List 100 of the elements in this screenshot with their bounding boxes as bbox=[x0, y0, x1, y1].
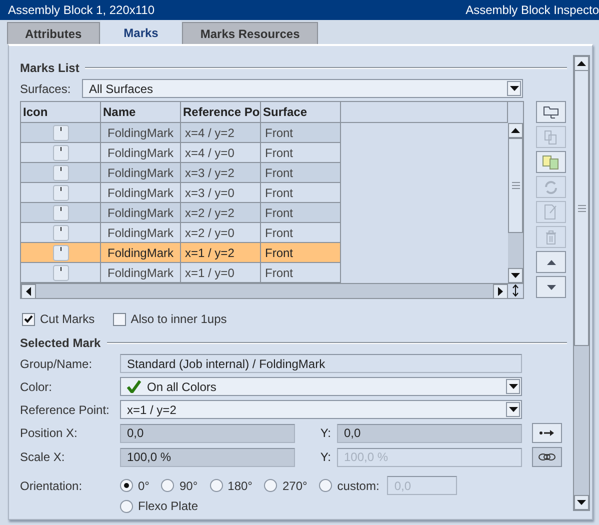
checkmark-icon bbox=[127, 380, 141, 393]
table-cell: x=3 / y=2 bbox=[181, 163, 261, 183]
table-cell: Front bbox=[261, 263, 341, 283]
scroll-up-button[interactable] bbox=[508, 123, 523, 138]
scroll-right-button[interactable] bbox=[493, 284, 508, 299]
table-cell: FoldingMark bbox=[101, 163, 181, 183]
radio-button[interactable]: 180° bbox=[210, 478, 252, 492]
scroll-down-button[interactable] bbox=[574, 495, 589, 510]
table-cell: Front bbox=[261, 243, 341, 263]
group-name-field[interactable]: Standard (Job internal) / FoldingMark bbox=[120, 354, 522, 373]
link-button[interactable] bbox=[532, 447, 562, 467]
table-cell: FoldingMark bbox=[101, 123, 181, 143]
field-label: Surfaces: bbox=[20, 82, 72, 96]
table-cell: Front bbox=[261, 223, 341, 243]
reference-point-dropdown[interactable]: x=1 / y=2 bbox=[120, 400, 522, 419]
table-cell: Front bbox=[261, 143, 341, 163]
down-arrow-icon bbox=[508, 384, 518, 389]
radio-button[interactable]: 0° bbox=[120, 478, 150, 492]
field-label: Y: bbox=[319, 450, 332, 464]
mark-icon bbox=[52, 124, 68, 140]
mark-icon bbox=[52, 224, 68, 240]
table-row[interactable]: FoldingMark x=1 / y=0 Front bbox=[21, 263, 341, 283]
dropdown-arrow-button[interactable] bbox=[506, 379, 520, 394]
scale-x-field[interactable]: 100,0 % bbox=[120, 448, 295, 466]
arrow-icon bbox=[539, 430, 555, 436]
down-arrow-icon bbox=[577, 500, 586, 505]
field-label: Position X: bbox=[20, 426, 78, 440]
dropdown-arrow-button[interactable] bbox=[506, 402, 520, 417]
checkbox-box[interactable] bbox=[22, 312, 35, 326]
up-arrow-icon bbox=[577, 61, 586, 66]
down-arrow-icon bbox=[511, 273, 520, 278]
checkbox-box[interactable] bbox=[112, 312, 126, 326]
toolbar-button[interactable] bbox=[536, 276, 566, 298]
color-dropdown[interactable]: On all Colors bbox=[120, 377, 522, 396]
section-title: Marks List bbox=[20, 60, 80, 74]
scroll-down-button[interactable] bbox=[508, 268, 523, 283]
table-cell: x=4 / y=2 bbox=[181, 123, 261, 143]
left-arrow-icon bbox=[26, 287, 31, 296]
table-row[interactable]: FoldingMark x=1 / y=2 Front bbox=[21, 243, 341, 263]
table-cell: Front bbox=[261, 163, 341, 183]
table-row[interactable]: FoldingMark x=3 / y=2 Front bbox=[21, 163, 341, 183]
down-arrow-icon bbox=[546, 284, 556, 290]
scroll-left-button[interactable] bbox=[21, 284, 36, 299]
down-arrow-icon bbox=[508, 407, 518, 412]
position-x-field[interactable]: 0,0 bbox=[120, 424, 295, 442]
tab[interactable]: Marks Resources bbox=[182, 22, 318, 44]
mark-icon bbox=[52, 144, 68, 160]
tab[interactable]: Attributes bbox=[7, 22, 100, 44]
field-label: Orientation: bbox=[20, 478, 84, 492]
table-cell: FoldingMark bbox=[101, 243, 181, 263]
table-cell: FoldingMark bbox=[101, 223, 181, 243]
up-arrow-icon bbox=[546, 260, 556, 264]
position-y-field[interactable]: 0,0 bbox=[337, 424, 522, 442]
column-header[interactable]: Icon bbox=[21, 102, 101, 123]
radio-button[interactable]: Flexo Plate bbox=[120, 499, 198, 513]
table-cell: x=4 / y=0 bbox=[181, 143, 261, 163]
table-cell: x=2 / y=2 bbox=[181, 203, 261, 223]
table-row[interactable]: FoldingMark x=4 / y=2 Front bbox=[21, 123, 341, 143]
table-cell: FoldingMark bbox=[101, 203, 181, 223]
table-cell: FoldingMark bbox=[101, 263, 181, 283]
radio-button[interactable]: 270° bbox=[264, 478, 308, 492]
trash-icon bbox=[545, 230, 557, 244]
field-label: Y: bbox=[319, 426, 332, 440]
radio-button[interactable]: 90° bbox=[161, 478, 198, 492]
table-cell: FoldingMark bbox=[101, 143, 181, 163]
table-cell: Front bbox=[261, 203, 341, 223]
checkbox[interactable]: Also to inner 1ups bbox=[112, 312, 227, 326]
toolbar-button[interactable] bbox=[536, 101, 566, 123]
table-cell: x=1 / y=2 bbox=[181, 243, 261, 263]
field-label: Color: bbox=[20, 380, 54, 394]
column-header[interactable]: Surface bbox=[261, 102, 341, 123]
radio-button[interactable]: custom: bbox=[319, 478, 380, 492]
mark-icon bbox=[52, 184, 68, 200]
scroll-thumb[interactable] bbox=[508, 138, 523, 233]
edit-icon bbox=[544, 204, 558, 220]
arrow-button[interactable] bbox=[532, 423, 562, 443]
field-label: Reference Point: bbox=[20, 402, 110, 416]
table-row[interactable]: FoldingMark x=4 / y=0 Front bbox=[21, 143, 341, 163]
scroll-up-button[interactable] bbox=[574, 56, 589, 71]
inspector-title: Assembly Block Inspecto bbox=[466, 3, 599, 17]
copy-icon bbox=[544, 130, 558, 144]
checkbox[interactable]: Cut Marks bbox=[22, 312, 95, 326]
table-cell: x=3 / y=0 bbox=[181, 183, 261, 203]
table-row[interactable]: FoldingMark x=2 / y=0 Front bbox=[21, 223, 341, 243]
duplicate-icon bbox=[542, 154, 560, 170]
scroll-thumb[interactable] bbox=[574, 71, 589, 346]
refresh-icon bbox=[543, 180, 559, 194]
table-row[interactable]: FoldingMark x=3 / y=0 Front bbox=[21, 183, 341, 203]
table-cell: x=1 / y=0 bbox=[181, 263, 261, 283]
toolbar-button[interactable] bbox=[536, 251, 566, 273]
column-header[interactable]: Name bbox=[101, 102, 181, 123]
surfaces-dropdown[interactable]: All Surfaces bbox=[82, 79, 523, 98]
table-row[interactable]: FoldingMark x=2 / y=2 Front bbox=[21, 203, 341, 223]
column-header[interactable]: Reference Po bbox=[181, 102, 261, 123]
right-arrow-icon bbox=[498, 287, 503, 296]
table-cell: x=2 / y=0 bbox=[181, 223, 261, 243]
dropdown-arrow-button[interactable] bbox=[507, 81, 521, 96]
field-label: Group/Name: bbox=[20, 356, 94, 370]
tab[interactable]: Marks bbox=[100, 20, 182, 44]
mark-icon bbox=[52, 244, 68, 260]
